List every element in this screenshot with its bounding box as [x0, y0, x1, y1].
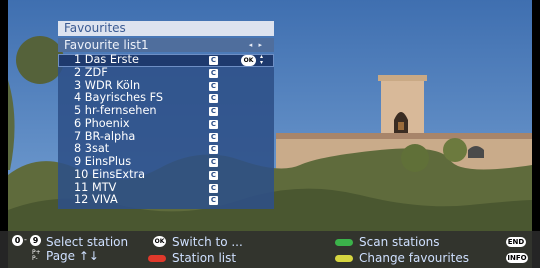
cable-badge-icon: C: [209, 119, 218, 129]
ok-key-icon: OK: [153, 236, 166, 247]
channel-row[interactable]: 1 Das Erste C OK ▴ ▾: [58, 53, 274, 67]
channel-list: 1 Das Erste C OK ▴ ▾ 2 ZDF C 3 WDR Köln C 4 Bayri…: [58, 53, 274, 209]
cable-badge-icon: C: [209, 107, 218, 116]
help-bar: 0 - 9 Select station P+ P- Page ↑↓ OK Swi…: [0, 231, 540, 268]
favourite-list-selector[interactable]: Favourite list1 ◂ ▸: [58, 38, 274, 52]
cable-badge-icon: C: [209, 183, 218, 193]
channel-row[interactable]: 2 ZDF C: [58, 65, 274, 80]
select-station-hint: Select station: [46, 235, 129, 249]
channel-label: 12 VIVA: [74, 193, 118, 207]
page-plus-minus-icon: P+ P-: [32, 249, 41, 262]
favourites-panel: Favourites Favourite list1 ◂ ▸ 1 Das Ers…: [58, 21, 274, 209]
cable-badge-icon: C: [209, 132, 218, 142]
channel-row[interactable]: 9 EinsPlus C: [58, 155, 274, 169]
page-hint: Page ↑↓: [46, 249, 99, 263]
ok-icon: OK: [241, 55, 256, 66]
channel-label: 6 Phoenix: [74, 116, 130, 130]
channel-label: 9 EinsPlus: [74, 155, 132, 168]
panel-title: Favourites: [58, 21, 274, 36]
scan-stations-hint: Scan stations: [359, 235, 440, 249]
change-favourites-hint: Change favourites: [359, 251, 469, 265]
cable-badge-icon: C: [209, 94, 218, 104]
cable-badge-icon: C: [209, 196, 218, 206]
channel-label: 1 Das Erste: [74, 53, 139, 66]
red-key-icon: [148, 255, 166, 262]
channel-label: 5 hr-fernsehen: [74, 104, 157, 117]
info-key-icon: INFO: [506, 253, 528, 263]
cable-badge-icon: C: [209, 170, 218, 180]
list-nav-arrows-icon[interactable]: ◂ ▸: [249, 38, 264, 52]
yellow-key-icon: [335, 255, 353, 262]
green-key-icon: [335, 239, 353, 246]
channel-label: 2 ZDF: [74, 65, 108, 79]
station-list-hint: Station list: [172, 251, 237, 265]
channel-row[interactable]: 6 Phoenix C: [58, 116, 274, 131]
key-0-icon: 0: [12, 235, 23, 246]
switch-to-hint: Switch to ...: [172, 235, 243, 249]
channel-label: 10 EinsExtra: [74, 167, 146, 181]
end-key-icon: END: [506, 237, 526, 247]
cable-badge-icon: C: [209, 68, 218, 78]
channel-row[interactable]: 10 EinsExtra C: [58, 167, 274, 182]
cable-badge-icon: C: [209, 145, 218, 155]
favourite-list-name: Favourite list1: [64, 38, 149, 52]
up-down-icon: ▴ ▾: [260, 53, 264, 66]
cable-badge-icon: C: [209, 158, 218, 167]
channel-row[interactable]: 12 VIVA C: [58, 193, 274, 207]
cable-badge-icon: C: [209, 81, 218, 91]
key-9-icon: 9: [30, 235, 41, 246]
channel-row[interactable]: 5 hr-fernsehen C: [58, 104, 274, 118]
cable-badge-icon: C: [209, 56, 218, 65]
